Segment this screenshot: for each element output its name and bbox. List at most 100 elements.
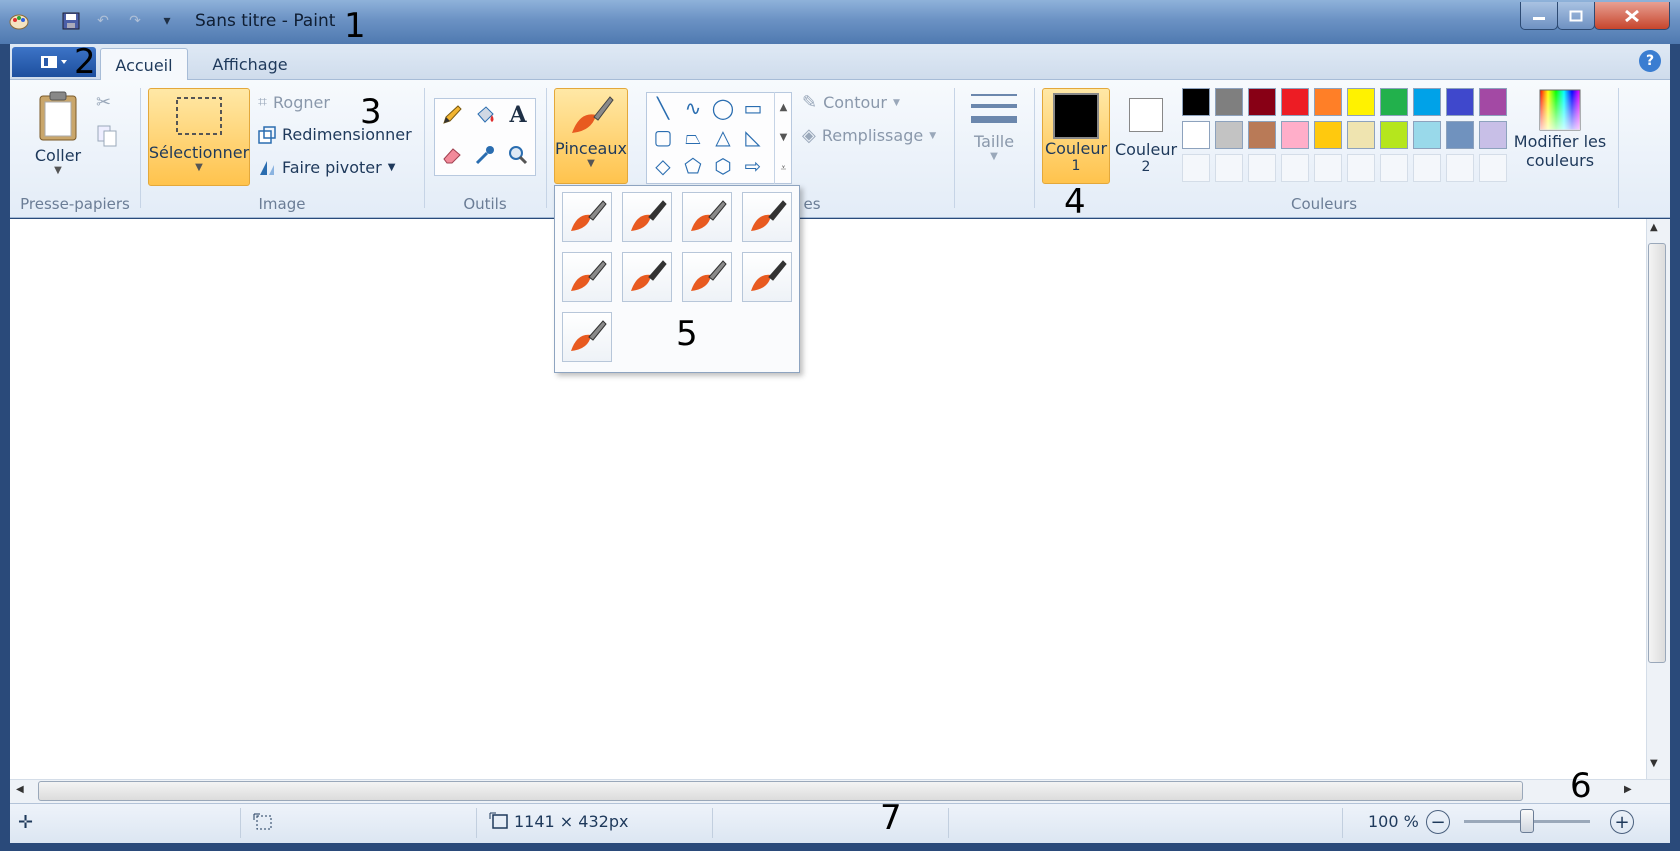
rotate-button[interactable]: Faire pivoter ▼ [258,158,395,177]
save-icon[interactable] [60,10,82,32]
pentagon-shape-icon[interactable]: ⬠ [678,151,708,181]
palette-swatch[interactable] [1479,121,1507,149]
outline-button[interactable]: ✎ Contour ▼ [802,92,900,113]
hexagon-shape-icon[interactable]: ⬡ [708,151,738,181]
oval-shape-icon[interactable]: ◯ [708,93,738,123]
zoom-in-button[interactable]: + [1610,810,1634,834]
palette-swatch[interactable] [1182,88,1210,116]
tab-home[interactable]: Accueil [100,48,188,81]
maximize-button[interactable] [1557,2,1595,30]
palette-swatch[interactable] [1380,88,1408,116]
palette-swatch[interactable] [1347,121,1375,149]
chevron-down-icon: ▼ [779,132,788,144]
arrow-shape-icon[interactable]: ⇨ [738,151,768,181]
color1-label: Couleur [1044,139,1108,158]
undo-icon[interactable]: ↶ [92,10,114,32]
palette-swatch[interactable] [1182,121,1210,149]
palette-swatch[interactable] [1380,121,1408,149]
crayon-icon[interactable] [622,252,672,302]
palette-swatch[interactable] [1347,88,1375,116]
customize-quick-access-icon[interactable]: ▾ [156,10,178,32]
custom-color-slot[interactable] [1248,154,1276,182]
palette-swatch[interactable] [1446,88,1474,116]
select-button[interactable]: Sélectionner ▼ [148,88,250,186]
crop-button[interactable]: ⌗ Rogner [258,92,330,112]
custom-color-slot[interactable] [1347,154,1375,182]
oil-brush-icon[interactable] [562,252,612,302]
minimize-button[interactable] [1520,2,1558,30]
custom-color-slot[interactable] [1380,154,1408,182]
rectangle-shape-icon[interactable]: ▭ [738,93,768,123]
natural-pencil-icon[interactable] [742,252,792,302]
custom-color-slot[interactable] [1413,154,1441,182]
custom-color-slot[interactable] [1314,154,1342,182]
color-picker-icon[interactable] [469,140,501,170]
brushes-button[interactable]: Pinceaux ▼ [554,88,628,184]
palette-swatch[interactable] [1413,121,1441,149]
watercolor-brush-icon[interactable] [562,312,612,362]
calligraphy-brush-2-icon[interactable] [682,192,732,242]
vertical-scroll-thumb[interactable] [1648,243,1666,663]
size-button[interactable]: Taille ▼ [962,88,1026,184]
zoom-out-button[interactable]: − [1426,810,1450,834]
palette-swatch[interactable] [1314,121,1342,149]
zoom-slider-thumb[interactable] [1520,809,1534,833]
color1-button[interactable]: Couleur 1 [1042,88,1110,184]
scroll-up-icon[interactable]: ▲ [1650,222,1658,233]
palette-swatch[interactable] [1281,88,1309,116]
tab-view[interactable]: Affichage [200,48,300,81]
custom-color-slot[interactable] [1182,154,1210,182]
palette-swatch[interactable] [1248,121,1276,149]
custom-color-slot[interactable] [1479,154,1507,182]
fill-bucket-icon[interactable] [469,100,501,130]
text-tool-icon[interactable]: A [502,100,534,130]
palette-swatch[interactable] [1215,88,1243,116]
diamond-shape-icon[interactable]: ◇ [648,151,678,181]
chevron-up-icon: ▲ [779,101,788,113]
divider [424,88,425,208]
redo-icon[interactable]: ↷ [124,10,146,32]
fill-button[interactable]: ◈ Remplissage ▼ [802,125,936,146]
palette-swatch[interactable] [1446,121,1474,149]
palette-swatch[interactable] [1314,88,1342,116]
crop-icon: ⌗ [258,92,268,111]
palette-swatch[interactable] [1248,88,1276,116]
scroll-right-icon[interactable]: ▶ [1624,784,1632,795]
marker-icon[interactable] [682,252,732,302]
airbrush-icon[interactable] [742,192,792,242]
triangle-shape-icon[interactable]: △ [708,122,738,152]
curve-shape-icon[interactable]: ∿ [678,93,708,123]
polygon-shape-icon[interactable]: ⏢ [678,122,708,152]
brush-icon[interactable] [562,192,612,242]
pencil-icon[interactable] [436,100,468,130]
magnifier-icon[interactable] [502,140,534,170]
rounded-rectangle-shape-icon[interactable]: ▢ [648,122,678,152]
eraser-icon[interactable] [436,140,468,170]
color2-button[interactable]: Couleur 2 [1112,88,1180,184]
palette-swatch[interactable] [1479,88,1507,116]
calligraphy-brush-1-icon[interactable] [622,192,672,242]
edit-colors-button[interactable]: Modifier les couleurs [1512,88,1608,186]
palette-swatch[interactable] [1281,121,1309,149]
outline-label: Contour [823,93,887,112]
paste-button[interactable]: Coller ▼ [26,90,90,186]
scroll-down-icon[interactable]: ▼ [1650,758,1658,769]
line-shape-icon[interactable]: ╲ [648,93,678,123]
resize-button[interactable]: Redimensionner [258,125,412,144]
help-icon[interactable]: ? [1639,50,1661,72]
custom-color-slot[interactable] [1215,154,1243,182]
scroll-left-icon[interactable]: ◀ [16,784,24,795]
horizontal-scroll-thumb[interactable] [38,781,1523,801]
copy-icon[interactable] [96,124,118,148]
cut-icon[interactable]: ✂ [96,92,118,116]
shapes-gallery-scroll[interactable]: ▲ ▼ ⩡ [774,92,792,184]
custom-color-slot[interactable] [1281,154,1309,182]
palette-swatch[interactable] [1413,88,1441,116]
drawing-canvas[interactable] [10,219,1646,779]
paint-app-icon[interactable] [8,10,30,32]
shapes-group-label: es [803,195,821,213]
close-button[interactable] [1594,2,1670,30]
right-triangle-shape-icon[interactable]: ◺ [738,122,768,152]
custom-color-slot[interactable] [1446,154,1474,182]
palette-swatch[interactable] [1215,121,1243,149]
